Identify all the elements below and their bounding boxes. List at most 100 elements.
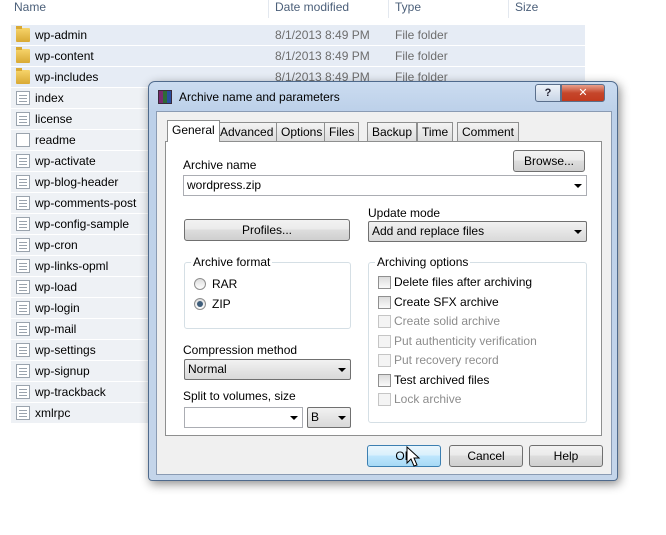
split-size-combobox[interactable] (184, 407, 303, 428)
php-file-icon (16, 196, 30, 210)
column-separator[interactable] (268, 0, 269, 18)
file-name[interactable]: wp-links-opml (35, 259, 108, 273)
tab-options[interactable]: Options (276, 122, 328, 141)
file-name[interactable]: wp-trackback (35, 385, 106, 399)
file-row[interactable]: wp-admin 8/1/2013 8:49 PM File folder (11, 25, 585, 45)
column-header-size[interactable]: Size (515, 0, 538, 14)
file-type: File folder (395, 49, 448, 63)
file-name[interactable]: wp-mail (35, 322, 76, 336)
column-header-type[interactable]: Type (395, 0, 421, 14)
archiving-options-group: Archiving options Delete files after arc… (368, 255, 587, 423)
file-name[interactable]: wp-comments-post (35, 196, 136, 210)
file-name[interactable]: wp-settings (35, 343, 96, 357)
php-file-icon (16, 322, 30, 336)
option-label[interactable]: Test archived files (394, 373, 489, 387)
close-icon[interactable]: ✕ (561, 84, 605, 102)
file-name[interactable]: wp-content (35, 49, 94, 63)
option-checkbox[interactable] (378, 276, 391, 289)
php-file-icon (16, 91, 30, 105)
compression-method-value: Normal (188, 362, 227, 376)
chevron-down-icon[interactable] (338, 416, 346, 420)
option-label: Put recovery record (394, 353, 499, 367)
mouse-pointer-icon (406, 446, 421, 467)
php-file-icon (16, 406, 30, 420)
tab-advanced[interactable]: Advanced (215, 122, 279, 141)
option-checkbox[interactable] (378, 373, 391, 387)
compression-method-label: Compression method (183, 343, 298, 357)
php-file-icon (16, 364, 30, 378)
file-name[interactable]: readme (35, 133, 76, 147)
archive-name-combobox[interactable]: wordpress.zip (183, 175, 587, 196)
update-mode-dropdown[interactable]: Add and replace files (368, 221, 587, 242)
folder-icon (16, 26, 30, 42)
tab-backup[interactable]: Backup (367, 122, 418, 141)
file-name[interactable]: wp-cron (35, 238, 78, 252)
ok-button[interactable]: OK (367, 445, 441, 467)
column-separator[interactable] (508, 0, 509, 18)
help-button[interactable]: Help (529, 445, 603, 467)
tab-general[interactable]: General (167, 120, 220, 142)
archive-format-title: Archive format (191, 255, 273, 269)
dialog-client-area: General Advanced Options Files Backup Ti… (156, 111, 612, 475)
php-file-icon (16, 259, 30, 273)
file-name[interactable]: wp-load (35, 280, 77, 294)
php-file-icon (16, 343, 30, 357)
folder-icon (16, 47, 30, 63)
file-date: 8/1/2013 8:49 PM (275, 28, 370, 42)
folder-icon (16, 68, 30, 84)
tab-time[interactable]: Time (417, 122, 454, 141)
chevron-down-icon[interactable] (290, 416, 298, 420)
option-checkbox (378, 315, 391, 328)
file-name[interactable]: wp-blog-header (35, 175, 118, 189)
option-label[interactable]: Delete files after archiving (394, 275, 532, 289)
radio-zip-label[interactable]: ZIP (212, 297, 231, 311)
archive-name-value: wordpress.zip (187, 178, 262, 192)
option-label: Lock archive (394, 392, 462, 406)
dialog-titlebar[interactable]: Archive name and parameters ? ✕ (149, 82, 617, 110)
chevron-down-icon[interactable] (338, 368, 346, 372)
php-file-icon (16, 280, 30, 294)
option-checkbox (378, 393, 391, 406)
general-tab-panel: Archive name Browse... wordpress.zip Pro… (165, 141, 602, 436)
radio-zip[interactable] (194, 298, 206, 310)
winrar-app-icon (158, 90, 172, 104)
file-name[interactable]: wp-includes (35, 70, 98, 84)
chevron-down-icon[interactable] (574, 230, 582, 234)
titlebar-help-button[interactable]: ? (535, 84, 561, 102)
profiles-button[interactable]: Profiles... (184, 219, 350, 241)
split-unit-dropdown[interactable]: B (307, 407, 351, 428)
browse-button[interactable]: Browse... (513, 150, 585, 172)
file-name[interactable]: wp-activate (35, 154, 96, 168)
php-file-icon (16, 175, 30, 189)
option-checkbox (378, 354, 391, 367)
archive-format-group: Archive format RAR ZIP (184, 255, 351, 329)
option-label[interactable]: Create SFX archive (394, 295, 499, 309)
php-file-icon (16, 238, 30, 252)
file-name[interactable]: wp-login (35, 301, 80, 315)
file-name[interactable]: wp-signup (35, 364, 90, 378)
file-name[interactable]: xmlrpc (35, 406, 70, 420)
chevron-down-icon[interactable] (574, 184, 582, 188)
file-row[interactable]: wp-content 8/1/2013 8:49 PM File folder (11, 46, 585, 66)
cancel-button[interactable]: Cancel (449, 445, 523, 467)
option-checkbox[interactable] (378, 295, 391, 309)
compression-method-dropdown[interactable]: Normal (184, 359, 351, 380)
tab-files[interactable]: Files (324, 122, 360, 141)
php-file-icon (16, 154, 30, 168)
radio-rar[interactable] (194, 278, 206, 290)
file-type: File folder (395, 28, 448, 42)
tab-comment[interactable]: Comment (457, 122, 520, 141)
radio-rar-label[interactable]: RAR (212, 277, 237, 291)
file-name[interactable]: license (35, 112, 72, 126)
file-name[interactable]: index (35, 91, 64, 105)
update-mode-label: Update mode (368, 206, 441, 220)
column-header-name[interactable]: Name (14, 0, 46, 14)
file-name[interactable]: wp-config-sample (35, 217, 129, 231)
column-separator[interactable] (388, 0, 389, 18)
php-file-icon (16, 301, 30, 315)
column-header-date[interactable]: Date modified (275, 0, 349, 14)
column-header-row: Name Date modified Type Size (0, 0, 600, 18)
option-label: Create solid archive (394, 314, 501, 328)
file-name[interactable]: wp-admin (35, 28, 87, 42)
dialog-title: Archive name and parameters (179, 90, 340, 104)
